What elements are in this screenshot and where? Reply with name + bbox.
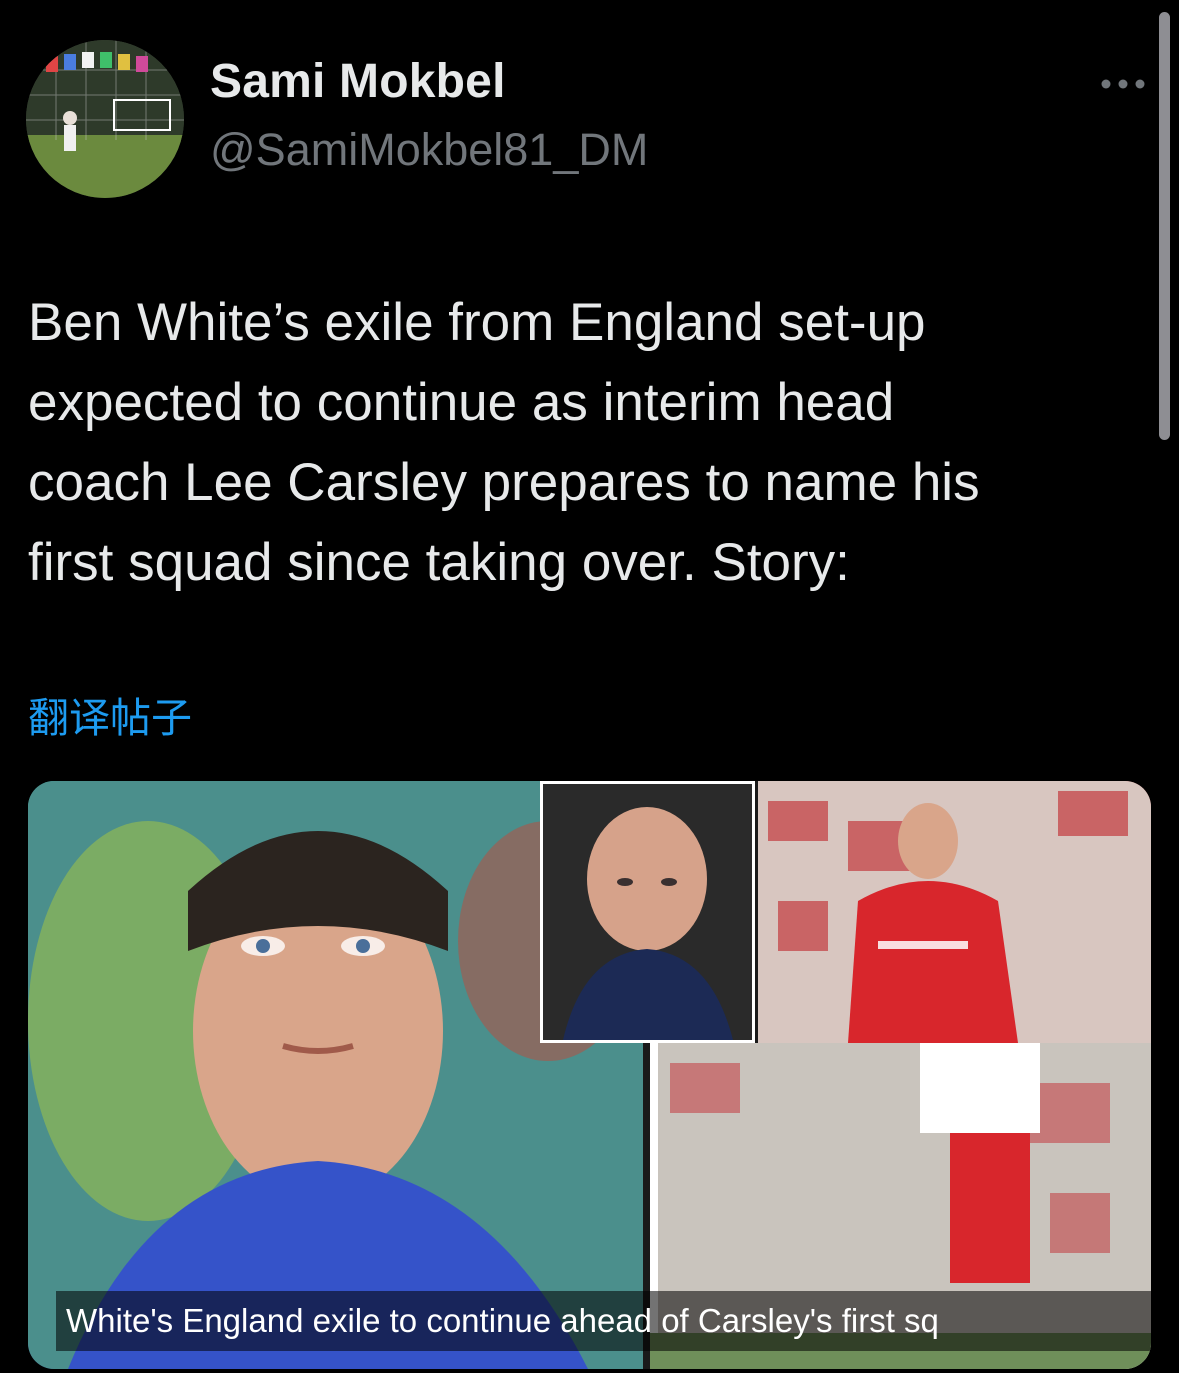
link-card-caption: White's England exile to continue ahead … bbox=[56, 1291, 1151, 1351]
coach-portrait-image bbox=[540, 781, 755, 1043]
scrollbar-thumb[interactable] bbox=[1159, 12, 1170, 440]
author-handle[interactable]: @SamiMokbel81_DM bbox=[210, 124, 648, 176]
translate-post-link[interactable]: 翻译帖子 bbox=[28, 684, 192, 744]
tweet-text: Ben White’s exile from England set-up ex… bbox=[28, 293, 980, 592]
link-card-media[interactable]: White's England exile to continue ahead … bbox=[28, 781, 1151, 1369]
more-options-button[interactable] bbox=[1098, 64, 1148, 104]
author-display-name[interactable]: Sami Mokbel bbox=[210, 54, 506, 109]
avatar-photo bbox=[26, 40, 184, 198]
action-photo-top bbox=[758, 781, 1151, 1043]
author-avatar[interactable] bbox=[26, 40, 184, 198]
more-horizontal-icon bbox=[1101, 79, 1145, 89]
